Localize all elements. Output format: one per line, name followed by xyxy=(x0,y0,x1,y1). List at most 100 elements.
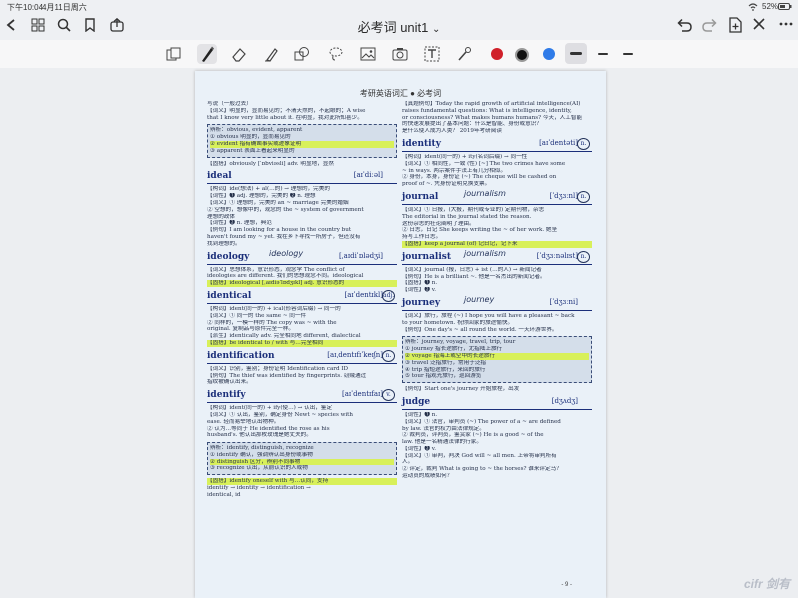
battery-icon xyxy=(778,3,792,10)
image-icon[interactable] xyxy=(358,44,378,64)
phonetic: [aɪˈdentɪfaɪ] xyxy=(342,390,383,399)
redo-icon[interactable] xyxy=(702,18,718,32)
text-line: 持写工作日志。 xyxy=(402,234,442,241)
laser-icon[interactable] xyxy=(454,44,474,64)
status-date: 4月11日周六 xyxy=(42,3,87,12)
text-line: to your hometown. 祝你回家的旅途愉快。 xyxy=(402,319,514,326)
text-line: haven't found my ~ yet. 我在乡下寻找一所房子，但还没有 xyxy=(207,233,361,240)
status-time: 下午10:04 xyxy=(7,3,44,12)
shapes-icon[interactable] xyxy=(292,44,312,64)
text-line: ① journey 指长途旅行，尤指陆上旅行 xyxy=(405,346,503,353)
camera-icon[interactable] xyxy=(390,44,410,64)
undo-icon[interactable] xyxy=(676,18,692,32)
text-line: 【词义】① 认出，鉴别，确定身份 Newt ~ species with xyxy=(207,411,354,418)
text-line: 找到理想的。 xyxy=(207,240,241,247)
text-line: 【词义】思想体系，意识形态，观念学 The conflict of xyxy=(207,266,345,273)
text-line: ② distinguish 区分，辨别不同事物 xyxy=(210,458,394,466)
text-line: 【词义】① 同一的 the same ~ 同一件 xyxy=(207,312,307,319)
text-line: 【固搭】❶ n. xyxy=(402,280,438,287)
entry-headword: identity [aɪˈdentəti] n. xyxy=(402,137,592,152)
color-blue[interactable] xyxy=(543,48,555,60)
text-line: 【例句】Start one's journey 开始旅程，出发 xyxy=(402,386,520,393)
headword: identification xyxy=(207,350,275,361)
phonetic: [aɪˈdentɪkl] xyxy=(344,290,383,299)
text-line: identify → identity → identification → xyxy=(207,485,311,492)
text-line: 【词性】❷ v. xyxy=(402,287,437,294)
text-line: 【真题例句】Today the rapid growth of artifici… xyxy=(402,101,581,107)
text-line: 【词义】journal (报，日志) + ist (…的人) → 新闻记者 xyxy=(402,266,542,273)
handwritten-note: journey xyxy=(464,294,495,304)
text-line: 【词性】❷ v. xyxy=(402,445,437,452)
eraser-icon[interactable] xyxy=(229,44,249,64)
phonetic: [dʒʌdʒ] xyxy=(551,396,578,405)
text-line: 【固搭】keep a journal (of) 记日记，记下来 xyxy=(402,240,592,248)
more-icon[interactable] xyxy=(779,22,793,26)
text-line: 【词义】旅行，旅程 (~) I hope you will have a ple… xyxy=(402,312,575,319)
text-line: 写说（一般过去） xyxy=(207,101,252,107)
headword: ideal xyxy=(207,171,232,182)
text-line: 这份杂志的社论阐明了理由。 xyxy=(402,220,475,227)
text-icon[interactable] xyxy=(422,44,442,64)
text-line: ② 认为…等同于 He identified the rose as his xyxy=(207,425,330,432)
text-line: that I know very little about it. 在明显，我对… xyxy=(207,114,363,121)
stroke-thick[interactable] xyxy=(565,43,587,64)
text-line: ② 同样的，一模一样的 The copy was ~ with the xyxy=(207,319,337,326)
pen-icon[interactable] xyxy=(197,44,217,64)
left-column: 写说（一般过去） 【词义】明显的，显而易见的；不清天然的，不起眼的；A wise t… xyxy=(207,101,397,499)
text-line: 【例句】I am looking for a house in the coun… xyxy=(207,227,352,234)
lasso-icon[interactable] xyxy=(326,44,346,64)
headword: identify xyxy=(207,390,246,401)
stroke-medium[interactable] xyxy=(592,43,614,64)
text-line: ③ travel 泛指旅行，常用于泛指 xyxy=(405,359,487,366)
text-line: by law. 法官的权力由法律规定。 xyxy=(402,425,485,432)
phonetic: [ˌaɪdiˈɒlədʒi] xyxy=(339,251,383,260)
text-line: or consciousness? What makes humans huma… xyxy=(402,114,583,121)
text-line: ④ trip 指短途旅行，来回的旅行 xyxy=(405,366,486,373)
text-line: 【构词】ide(想法) + al(…的) → 理想的，完美的 xyxy=(207,186,330,193)
text-line: identical, id xyxy=(207,491,241,498)
headword: ideology xyxy=(207,251,250,262)
text-line: 【例句】He is a brilliant ~. 他是一名杰出的新闻记者。 xyxy=(402,273,546,280)
part-of-speech-circle: v. xyxy=(382,389,395,402)
highlighter-icon[interactable] xyxy=(261,44,281,64)
headword: identical xyxy=(207,290,252,301)
text-line: ② 裁判员，评判员，鉴赏家 (~) He is a good ~ of the xyxy=(402,432,544,439)
text-line: ease. 轻而易举地认出物种。 xyxy=(207,418,280,425)
pages-icon[interactable] xyxy=(164,44,184,64)
entry-headword: identical [aɪˈdentɪkl] adj. xyxy=(207,289,397,304)
color-black[interactable] xyxy=(515,48,529,62)
add-page-icon[interactable] xyxy=(728,17,742,33)
document-page[interactable]: 考研英语词汇 ● 必考词 写说（一般过去） 【词义】明显的，显而易见的；不清天然的… xyxy=(195,71,606,598)
text-line: 辨析：identify, distinguish, recognize xyxy=(210,445,314,452)
text-line: ② 身份，本身，身份证 (~) The cheque will be cashe… xyxy=(402,174,557,181)
text-line: 【词义】识别，鉴别；身份证明 Identification card ID xyxy=(207,365,349,372)
text-line: ② voyage 指海上或空中的长途旅行 xyxy=(405,352,589,360)
handwritten-note: ideology xyxy=(269,248,304,258)
text-line: 是什么使人成为人类？ 2019年考研阅读 xyxy=(402,128,502,135)
close-icon[interactable] xyxy=(753,18,765,30)
part-of-speech-circle: adj. xyxy=(382,289,395,302)
chevron-down-icon[interactable]: ⌄ xyxy=(432,24,440,35)
stroke-thin[interactable] xyxy=(617,43,639,64)
headword: journey xyxy=(402,297,441,308)
text-line: 【固搭】obviously [ˈɒbviəsli] adv. 明显地，显然 xyxy=(207,160,334,167)
text-line: 【例句】The thief was identified by fingerpr… xyxy=(207,372,367,379)
text-line: The editorial in the journal stated the … xyxy=(402,213,532,220)
right-column: 【真题例句】Today the rapid growth of artifici… xyxy=(402,101,592,480)
part-of-speech-circle: n. xyxy=(577,190,590,203)
text-line: 辨析：journey, voyage, travel, trip, tour xyxy=(405,339,516,346)
text-line: 的快速发展提出了基本问题：什么是智能、身份或意识？ xyxy=(402,121,542,128)
entry-headword: ideology ideology [ˌaɪdiˈɒlədʒi] xyxy=(207,248,397,265)
watermark: cifr 剑有 xyxy=(743,577,790,591)
document-canvas[interactable]: 考研英语词汇 ● 必考词 写说（一般过去） 【词义】明显的，显而易见的；不清天然的… xyxy=(0,68,798,598)
battery-level: 52% xyxy=(762,2,779,11)
text-line: original. 复制品与原件完全一样。 xyxy=(207,326,295,333)
color-red[interactable] xyxy=(491,48,503,60)
text-line: 【词性】❶ n. xyxy=(402,411,438,418)
text-line: 【固搭】identify oneself with 与…认同，支持 xyxy=(207,478,397,486)
handwritten-note: journalism xyxy=(464,188,506,198)
text-line: raises fundamental questions: What is in… xyxy=(402,107,572,114)
wifi-icon xyxy=(748,3,758,11)
app-header: 下午10:04 4月11日周六 52% 必考词 unit1 ⌄ xyxy=(0,0,798,40)
text-line: proof of ~. 凭身份证明兑换支票。 xyxy=(402,181,491,188)
